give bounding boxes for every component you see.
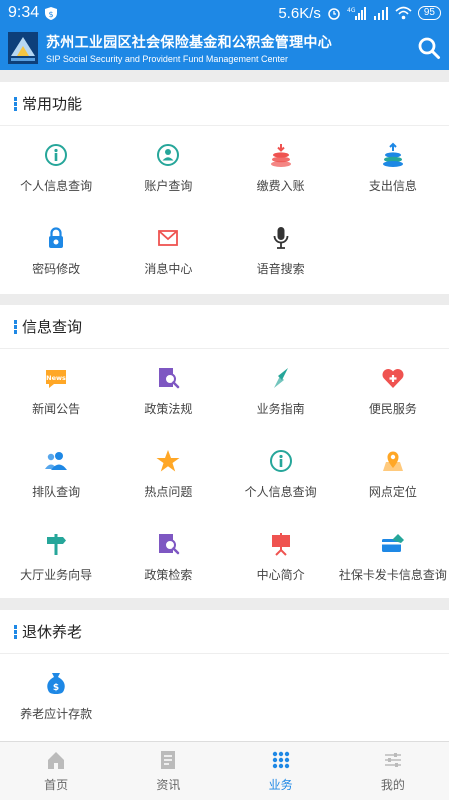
section-marker <box>14 96 17 111</box>
settings-sliders-icon <box>384 753 401 767</box>
compass-icon <box>273 367 288 388</box>
svg-text:$: $ <box>53 683 59 693</box>
item-queue-query[interactable]: 排队查询 <box>0 432 112 515</box>
item-center-intro[interactable]: 中心简介 <box>225 515 337 598</box>
item-hall-business-guide[interactable]: 大厅业务向导 <box>0 515 112 598</box>
svg-text:4G: 4G <box>347 7 356 14</box>
item-account-query[interactable]: 账户查询 <box>112 126 224 209</box>
grid-icon <box>272 751 289 769</box>
item-voice-search[interactable]: 语音搜索 <box>225 209 337 292</box>
account-icon <box>157 143 180 166</box>
bottom-tab-bar: 首页 资讯 业务 我的 <box>0 741 449 800</box>
section-info-query: 信息查询 News 新闻公告 政策法规 业务指南 便民服务 排队查询 热点问题 <box>0 305 449 598</box>
news-icon: News <box>46 369 67 388</box>
item-social-security-card-query[interactable]: 社保卡发卡信息查询 <box>337 515 449 598</box>
item-branch-location[interactable]: 网点定位 <box>337 432 449 515</box>
star-icon <box>156 449 180 471</box>
payment-icon <box>270 143 291 167</box>
lock-icon <box>49 226 64 248</box>
app-header: 苏州工业园区社会保险基金和公积金管理中心 SIP Social Security… <box>0 26 449 70</box>
presentation-icon <box>271 532 290 556</box>
svg-text:News: News <box>46 374 66 382</box>
item-pension-accrued-deposit[interactable]: $ 养老应计存款 <box>0 654 112 737</box>
section-retirement: 退休养老 $ 养老应计存款 <box>0 610 449 741</box>
status-time: 9:34 <box>8 4 40 21</box>
svg-text:$: $ <box>49 10 54 19</box>
section-common-functions: 常用功能 个人信息查询 账户查询 缴费入账 支出信息 密码修改 消息中心 语音搜… <box>0 82 449 294</box>
app-subtitle: SIP Social Security and Provident Fund M… <box>46 54 288 64</box>
signal-icon <box>373 7 388 20</box>
item-convenience-service[interactable]: 便民服务 <box>337 349 449 432</box>
section-header: 退休养老 <box>0 610 449 654</box>
tab-home[interactable]: 首页 <box>0 742 112 800</box>
location-icon <box>382 451 403 471</box>
item-password-change[interactable]: 密码修改 <box>0 209 112 292</box>
item-news-announcement[interactable]: News 新闻公告 <box>0 349 112 432</box>
item-expense-info[interactable]: 支出信息 <box>337 126 449 209</box>
section-title: 常用功能 <box>22 96 83 113</box>
expense-icon <box>382 142 403 167</box>
queue-icon <box>45 451 68 470</box>
shield-icon: $ <box>45 6 58 20</box>
network-speed: 5.6K/s <box>278 4 321 22</box>
search-icon[interactable] <box>417 36 441 60</box>
policy-icon <box>159 367 180 388</box>
mail-icon <box>158 229 179 246</box>
wifi-icon <box>395 6 412 20</box>
signpost-icon <box>47 533 67 555</box>
info-icon <box>45 143 68 166</box>
item-policy-search[interactable]: 政策检索 <box>112 515 224 598</box>
item-personal-info-query-2[interactable]: 个人信息查询 <box>225 432 337 515</box>
tab-business[interactable]: 业务 <box>225 742 337 800</box>
heart-icon <box>382 368 404 388</box>
section-title: 退休养老 <box>22 624 83 641</box>
microphone-icon <box>273 226 289 249</box>
info-icon <box>269 449 292 472</box>
item-business-guide[interactable]: 业务指南 <box>225 349 337 432</box>
status-bar: 9:34 $ 5.6K/s 4G 95 <box>0 0 449 26</box>
item-payment-entry[interactable]: 缴费入账 <box>225 126 337 209</box>
section-header: 信息查询 <box>0 305 449 349</box>
item-hot-issues[interactable]: 热点问题 <box>112 432 224 515</box>
money-bag-icon: $ <box>47 672 65 694</box>
policy-search-icon <box>159 533 180 554</box>
item-personal-info-query[interactable]: 个人信息查询 <box>0 126 112 209</box>
app-title: 苏州工业园区社会保险基金和公积金管理中心 <box>46 34 332 50</box>
tab-mine[interactable]: 我的 <box>337 742 449 800</box>
news-list-icon <box>161 751 176 769</box>
item-message-center[interactable]: 消息中心 <box>112 209 224 292</box>
home-icon <box>48 752 65 769</box>
section-marker <box>14 319 17 334</box>
section-title: 信息查询 <box>22 319 83 336</box>
logo-icon <box>8 32 38 64</box>
tab-news[interactable]: 资讯 <box>112 742 224 800</box>
signal-4g-icon: 4G <box>347 7 366 20</box>
card-icon <box>381 533 404 552</box>
alarm-icon <box>328 8 340 20</box>
battery-level: 95 <box>417 6 441 20</box>
item-policy-regulations[interactable]: 政策法规 <box>112 349 224 432</box>
section-marker <box>14 624 17 639</box>
section-header: 常用功能 <box>0 82 449 126</box>
